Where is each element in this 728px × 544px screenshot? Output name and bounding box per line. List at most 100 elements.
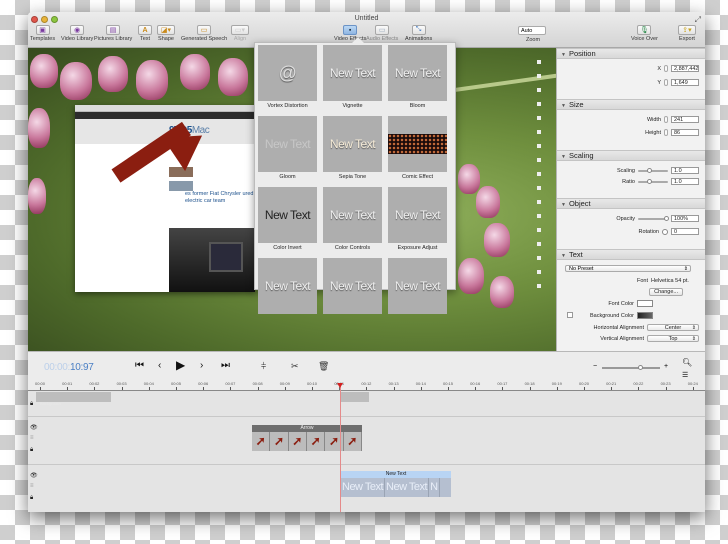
- generated-speech-button[interactable]: ▭ Generated Speech: [181, 25, 227, 42]
- text-preset-select[interactable]: No Preset: [565, 265, 691, 272]
- y-stepper[interactable]: [664, 79, 668, 86]
- h-align-row: Horizontal Alignment Center: [594, 324, 699, 331]
- play-icon[interactable]: ▶: [176, 359, 185, 371]
- track-settings-icon[interactable]: ≡: [30, 435, 34, 441]
- shape-button[interactable]: ◪▾ Shape: [157, 25, 175, 42]
- background-color-checkbox[interactable]: [567, 312, 573, 318]
- zoom-select[interactable]: Auto: [518, 26, 546, 35]
- effect-item-vortex-distortion[interactable]: @ Vortex Distortion: [258, 45, 317, 111]
- effect-item-unnamed-9[interactable]: New Text: [258, 258, 317, 324]
- rotation-dial[interactable]: [662, 228, 668, 235]
- effect-item-sepia-tone[interactable]: New Text Sepia Tone: [323, 116, 382, 182]
- step-forward-icon[interactable]: ›: [200, 361, 203, 371]
- track-settings-icon[interactable]: ≡: [30, 483, 34, 489]
- templates-button[interactable]: ▣ Templates: [30, 25, 55, 42]
- effect-item-bloom[interactable]: New Text Bloom: [388, 45, 447, 111]
- video-effects-popover: @ Vortex Distortion New Text Vignette New Te…: [254, 37, 456, 314]
- effect-item-comic-effect[interactable]: Comic Effect: [388, 116, 447, 182]
- clip-arrow-frames[interactable]: ➚ ➚ ➚ ➚ ➚ ➚: [252, 432, 362, 451]
- effect-item-color-invert[interactable]: New Text Color Invert: [258, 187, 317, 253]
- ruler-tick: 00:20: [578, 381, 590, 390]
- opacity-field[interactable]: 100%: [671, 215, 699, 222]
- height-field[interactable]: 86: [671, 129, 699, 136]
- zoom-out-icon[interactable]: −: [593, 363, 597, 370]
- effect-item-color-controls[interactable]: New Text Color Controls: [323, 187, 382, 253]
- ruler-tick: 00:14: [415, 381, 426, 390]
- ratio-field[interactable]: 1.0: [671, 178, 699, 185]
- background-flower: [136, 60, 168, 100]
- text-section-header[interactable]: ▼ Text: [557, 249, 705, 260]
- split-clip-icon[interactable]: ⫩: [261, 361, 266, 371]
- ratio-slider[interactable]: [638, 178, 668, 184]
- opacity-slider[interactable]: [638, 215, 669, 221]
- width-stepper[interactable]: [664, 116, 668, 123]
- visibility-eye-icon[interactable]: 👁︎: [30, 472, 38, 479]
- effect-preview: [388, 116, 447, 172]
- arrow-frame-thumbnail: ➚: [343, 432, 362, 451]
- scaling-section-header[interactable]: ▼ Scaling: [557, 150, 705, 161]
- object-section: Opacity 100% Rotation 0: [557, 209, 705, 249]
- object-section-header[interactable]: ▼ Object: [557, 198, 705, 209]
- horizontal-alignment-select[interactable]: Center: [647, 324, 699, 331]
- arrow-frame-thumbnail: ➚: [270, 432, 289, 451]
- audio-effects-button[interactable]: ▭ Audio Effects: [366, 25, 398, 42]
- lock-icon[interactable]: 🔒︎: [30, 495, 33, 502]
- height-stepper[interactable]: [664, 129, 668, 136]
- magnifier-icon[interactable]: 🔍︎: [682, 358, 692, 367]
- clip-text-frames[interactable]: New Text New Text N: [341, 478, 451, 497]
- transport-bar: 00:00:10:97 ⏮ ‹ ▶ › ⏭ ⫩ ✂ 🗑︎ − + 🔍︎ ☰: [28, 351, 705, 381]
- position-section-header[interactable]: ▼ Position: [557, 48, 705, 59]
- clip-text-header[interactable]: New Text: [341, 471, 451, 478]
- list-view-icon[interactable]: ☰: [682, 371, 688, 379]
- text-button[interactable]: A Text: [138, 25, 152, 42]
- ruler-tick: 00:04: [143, 381, 154, 390]
- timeline-zoom-slider[interactable]: [602, 365, 660, 370]
- rotation-field[interactable]: 0: [671, 228, 699, 235]
- width-field[interactable]: 241: [671, 116, 699, 123]
- effect-label: Color Invert: [273, 245, 302, 251]
- scaling-slider[interactable]: [638, 167, 668, 173]
- export-button[interactable]: ⇪▾ Export: [678, 25, 696, 42]
- clip-arrow-header[interactable]: Arrow: [252, 425, 362, 432]
- change-font-button[interactable]: Change...: [649, 288, 683, 296]
- voice-over-button[interactable]: 🎙︎ Voice Over: [631, 25, 658, 42]
- arrow-frame-thumbnail: ➚: [288, 432, 307, 451]
- background-flower: [30, 54, 58, 88]
- video-library-button[interactable]: ◉ Video Library: [61, 25, 93, 42]
- lock-icon[interactable]: 🔒︎: [30, 447, 33, 454]
- background-color-well[interactable]: [637, 312, 653, 319]
- trash-icon[interactable]: 🗑︎: [318, 361, 329, 371]
- visibility-eye-icon[interactable]: 👁︎: [30, 424, 38, 431]
- playhead[interactable]: [337, 383, 343, 512]
- clip-background-continued[interactable]: [341, 392, 369, 402]
- clip-background[interactable]: Background: [36, 392, 111, 406]
- fullscreen-icon[interactable]: ⤢: [695, 15, 701, 25]
- zoom-in-icon[interactable]: +: [664, 363, 668, 370]
- effect-preview: New Text: [258, 258, 317, 314]
- x-stepper[interactable]: [664, 65, 668, 72]
- effect-item-unnamed-10[interactable]: New Text: [323, 258, 382, 324]
- scissors-icon[interactable]: ✂: [291, 361, 299, 371]
- timeline-ruler[interactable]: 00:00 00:01 00:02 00:03 00:04 00:05 00:06 00:07…: [28, 381, 705, 391]
- lock-icon[interactable]: 🔒︎: [30, 401, 33, 408]
- y-field[interactable]: 1,649: [671, 79, 699, 86]
- x-field[interactable]: 2,887,442: [671, 65, 699, 72]
- effect-item-exposure-adjust[interactable]: New Text Exposure Adjust: [388, 187, 447, 253]
- background-flower: [458, 164, 480, 194]
- animations-button[interactable]: ⤡ Animations: [405, 25, 432, 42]
- scaling-field[interactable]: 1.0: [671, 167, 699, 174]
- effect-item-unnamed-11[interactable]: New Text: [388, 258, 447, 324]
- step-back-icon[interactable]: ‹: [158, 361, 161, 371]
- pictures-library-button[interactable]: ▤ Pictures Library: [94, 25, 132, 42]
- audio-effects-icon: ▭: [375, 25, 390, 35]
- effect-item-gloom[interactable]: New Text Gloom: [258, 116, 317, 182]
- opacity-row: Opacity 100%: [616, 215, 699, 222]
- font-color-well[interactable]: [637, 300, 653, 307]
- go-to-end-icon[interactable]: ⏭: [221, 361, 230, 371]
- size-section-header[interactable]: ▼ Size: [557, 99, 705, 110]
- align-button[interactable]: ▭▾ Align: [231, 25, 249, 42]
- vertical-alignment-select[interactable]: Top: [647, 335, 699, 342]
- effect-item-vignette[interactable]: New Text Vignette: [323, 45, 382, 111]
- height-row: Height 86: [645, 129, 699, 136]
- go-to-start-icon[interactable]: ⏮: [135, 361, 144, 371]
